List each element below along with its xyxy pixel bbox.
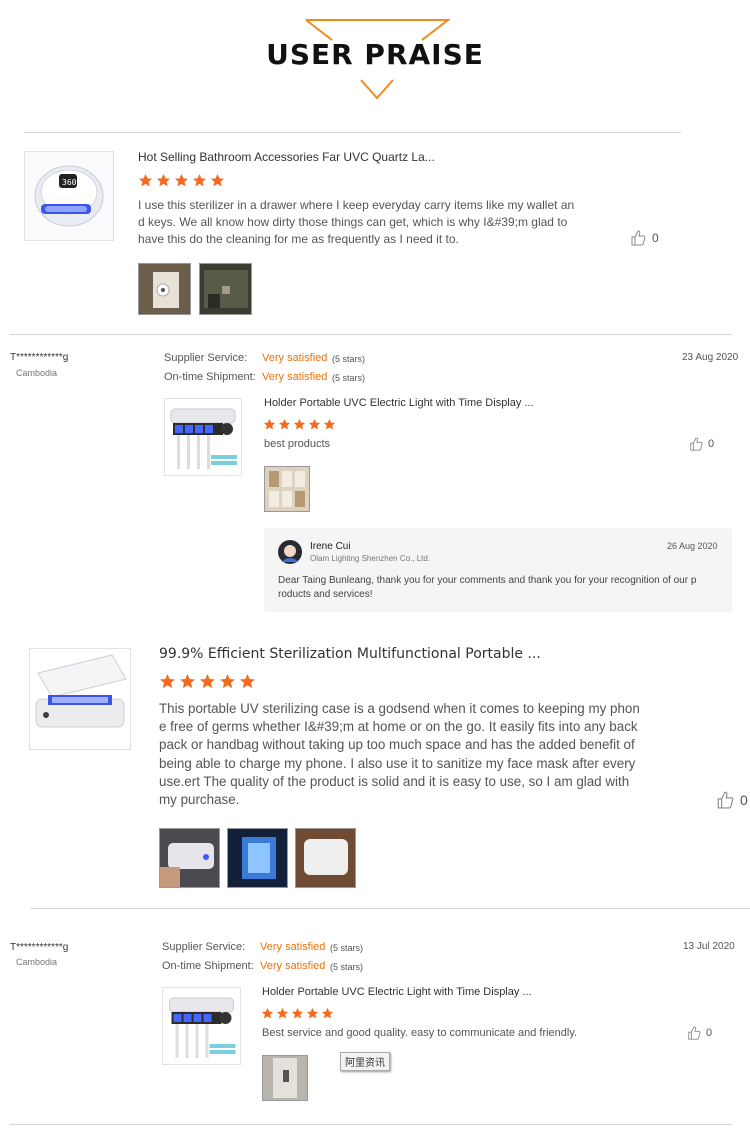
star-icon [138,173,153,187]
tooltip: 阿里资讯 [340,1052,390,1071]
avatar [278,540,302,564]
like-button[interactable]: 0 [689,437,714,451]
star-icon [156,173,171,187]
review-text: This portable UV sterilizing case is a g… [159,701,640,808]
round-uvc-sterilizer-image[interactable]: 360 [24,151,114,241]
like-button[interactable]: 0 [687,1026,712,1040]
star-icon [261,1007,274,1019]
product-title[interactable]: Holder Portable UVC Electric Light with … [264,397,534,409]
star-icon [308,418,321,430]
supplier-service-stars: (5 stars) [332,354,366,364]
shipment-value: Very satisfied [260,960,326,972]
product-title[interactable]: 99.9% Efficient Sterilization Multifunct… [159,646,541,662]
star-icon [200,674,215,689]
star-icon [160,674,175,689]
replier-name: Irene Cui [310,541,351,552]
star-icon [321,1007,334,1019]
white-box-photo[interactable] [295,828,356,888]
star-icon [291,1007,304,1019]
like-count: 0 [708,438,715,450]
supplier-service-value: Very satisfied [260,941,326,953]
box-shelf-photo[interactable] [264,466,310,512]
star-icon [192,173,207,187]
supplier-service-value: Very satisfied [262,352,328,364]
like-count: 0 [740,792,748,808]
thumbs-up-icon [690,437,703,451]
review-date: 23 Aug 2020 [682,352,739,363]
review-text: Best service and good quality. easy to c… [262,1027,578,1039]
star-icon [263,418,276,430]
shipment-stars: (5 stars) [332,373,366,383]
star-icon [293,418,306,430]
supplier-service-label: Supplier Service: [164,352,248,364]
shipment-value: Very satisfied [262,371,328,383]
star-icon [323,418,336,430]
star-icon [220,674,235,689]
star-icon [210,173,225,187]
page-title: USER PRAISE [266,38,484,71]
like-count: 0 [652,231,659,245]
review-text: best products [264,438,331,450]
star-icon [276,1007,289,1019]
review-text: I use this sterilizer in a drawer where … [138,198,575,246]
review-date: 13 Jul 2020 [683,941,735,952]
product-title[interactable]: Hot Selling Bathroom Accessories Far UVC… [138,150,435,164]
shipment-stars: (5 stars) [330,962,364,972]
product-title[interactable]: Holder Portable UVC Electric Light with … [262,986,532,998]
buyer-name: T************g [10,942,69,953]
star-icon [278,418,291,430]
supplier-service-stars: (5 stars) [330,943,364,953]
reply-text: Dear Taing Bunleang, thank you for your … [278,575,697,600]
seller-reply: Irene Cui Olam Lighting Shenzhen Co., Lt… [264,528,732,612]
like-count: 0 [706,1027,713,1039]
replier-company: Olam Lighting Shenzhen Co., Ltd. [310,554,431,563]
blue-light-photo[interactable] [227,828,288,888]
divider [10,334,732,335]
star-icon [240,674,255,689]
buyer-name: T************g [10,352,69,363]
rating-stars [261,1007,336,1020]
toothbrush-holder-sterilizer-image[interactable] [164,398,242,476]
star-icon [306,1007,319,1019]
rating-stars [159,673,259,690]
supplier-service-label: Supplier Service: [162,941,246,953]
buyer-country: Cambodia [16,957,58,967]
shipment-label: On-time Shipment: [164,371,256,383]
rating-stars [263,418,338,431]
thumbs-up-icon [717,791,734,809]
star-icon [174,173,189,187]
uv-sterilizer-box-image[interactable] [29,648,131,750]
toothbrush-holder-sterilizer-image[interactable] [162,987,241,1065]
reply-date: 26 Aug 2020 [667,541,718,551]
like-button[interactable]: 0 [630,230,659,246]
bathroom-door-photo[interactable] [262,1055,308,1101]
divider [30,908,750,909]
shipment-label: On-time Shipment: [162,960,254,972]
dark-drawer-photo[interactable] [199,263,252,315]
svg-text:360: 360 [62,178,77,187]
like-button[interactable]: 0 [716,791,748,809]
wall-mounted-sterilizer-photo[interactable] [138,263,191,315]
thumbs-up-icon [631,230,646,246]
sterilizer-box-hand-photo[interactable] [159,828,220,888]
star-icon [180,674,195,689]
buyer-country: Cambodia [16,368,58,378]
divider [10,1124,732,1125]
divider [24,132,681,133]
thumbs-up-icon [688,1026,701,1040]
rating-stars [138,173,228,188]
